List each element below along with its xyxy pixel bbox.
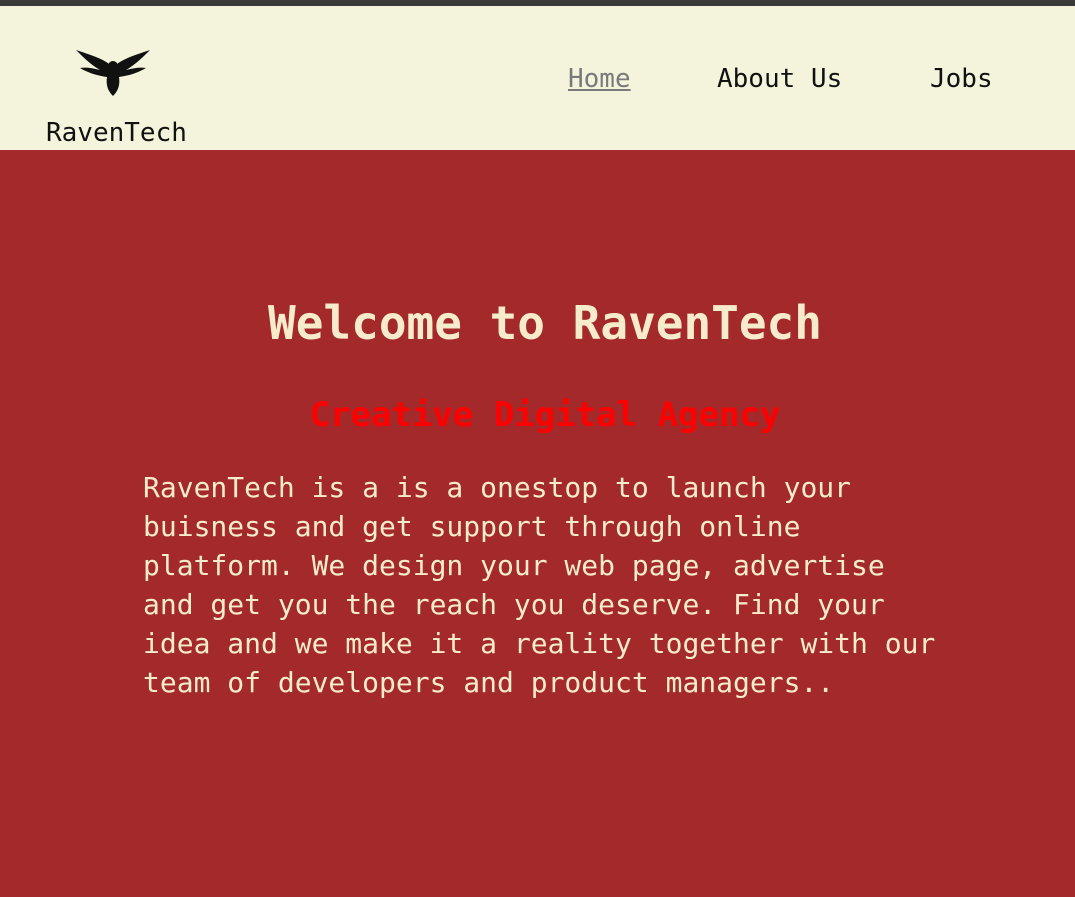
site-header: RavenTech Home About Us Jobs	[0, 6, 1075, 150]
nav-about-us-link[interactable]: About Us	[717, 64, 842, 94]
raven-icon	[76, 50, 150, 96]
hero-section: Welcome to RavenTech Creative Digital Ag…	[0, 150, 1075, 897]
hero-description: RavenTech is a is a onestop to launch yo…	[143, 471, 936, 699]
nav-home-link[interactable]: Home	[568, 64, 631, 94]
brand-name: RavenTech	[46, 118, 187, 148]
hero-title: Welcome to RavenTech	[268, 296, 822, 350]
hero-subtitle: Creative Digital Agency	[309, 395, 781, 435]
nav-jobs-link[interactable]: Jobs	[930, 64, 993, 94]
